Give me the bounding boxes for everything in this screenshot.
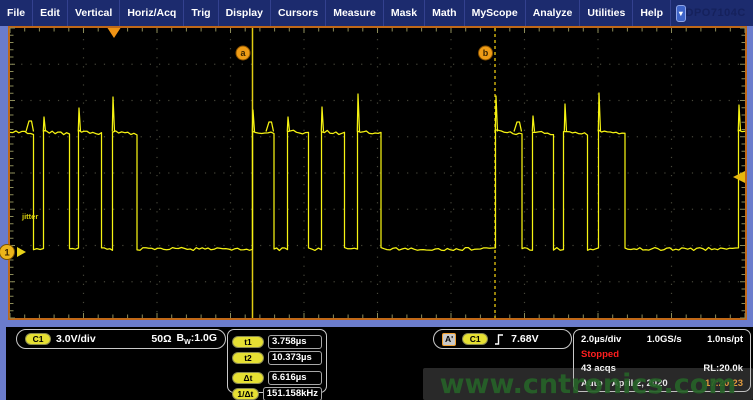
timebase-row: 2.0µs/div 1.0GS/s 1.0ns/pt (578, 333, 746, 348)
graticule-grid (10, 28, 745, 318)
chevron-down-icon: ▼ (677, 9, 684, 18)
menu-item-help[interactable]: Help (633, 0, 671, 26)
menu-overflow-button[interactable]: ▼ (676, 5, 685, 22)
menu-item-display[interactable]: Display (219, 0, 271, 26)
menu-item-list: FileEditVerticalHoriz/AcqTrigDisplayCurs… (0, 0, 671, 26)
cursor-inv-dt-row: 1/Δt 151.158kHz (232, 387, 322, 400)
screen-edge-bottom (0, 320, 753, 327)
trigger-position-marker[interactable] (108, 28, 121, 38)
cursor-inv-dt-badge[interactable]: 1/Δt (232, 388, 259, 400)
acquisition-state: Stopped (581, 348, 619, 363)
timebase-value: 2.0µs/div (581, 333, 621, 348)
channel1-badge[interactable]: C1 (25, 333, 51, 346)
svg-text:1: 1 (4, 247, 10, 258)
cursor-t2-row: t2 10.373µs (232, 351, 322, 365)
menu-item-myscope[interactable]: MyScope (465, 0, 526, 26)
channel1-readout[interactable]: C1 3.0V/div 50Ω BW:1.0G (16, 329, 226, 349)
menu-item-analyze[interactable]: Analyze (526, 0, 581, 26)
waveform-display[interactable]: ab1jitter (8, 26, 747, 320)
cursor-dt-value: 6.616µs (268, 371, 322, 385)
menu-item-cursors[interactable]: Cursors (271, 0, 326, 26)
cursor-inv-dt-value: 151.158kHz (263, 387, 322, 400)
menu-item-math[interactable]: Math (425, 0, 465, 26)
model-label: DPO7104C (686, 7, 746, 19)
channel1-scale: 3.0V/div (56, 333, 96, 345)
readout-bar: C1 3.0V/div 50Ω BW:1.0G t1 3.758µs t2 10… (6, 327, 753, 400)
oscilloscope-screen: FileEditVerticalHoriz/AcqTrigDisplayCurs… (0, 0, 753, 400)
cursor-t1-badge[interactable]: t1 (232, 336, 264, 349)
menu-item-edit[interactable]: Edit (33, 0, 68, 26)
cursor-a-label[interactable]: a (236, 46, 250, 60)
cursor-t2-value: 10.373µs (268, 351, 322, 365)
menu-item-trig[interactable]: Trig (184, 0, 218, 26)
record-length: RL:20.0k (703, 362, 743, 377)
svg-text:b: b (483, 48, 489, 58)
channel1-impedance: 50Ω (151, 333, 171, 345)
menu-item-measure[interactable]: Measure (326, 0, 384, 26)
resolution-value: 1.0ns/pt (707, 333, 743, 348)
cursor-t1-value: 3.758µs (268, 335, 322, 349)
horizontal-acquisition-readout[interactable]: 2.0µs/div 1.0GS/s 1.0ns/pt Stopped 43 ac… (573, 329, 751, 392)
sample-rate-value: 1.0GS/s (647, 333, 682, 348)
menu-bar: FileEditVerticalHoriz/AcqTrigDisplayCurs… (0, 0, 753, 26)
menu-item-vertical[interactable]: Vertical (68, 0, 120, 26)
date-value: April 2, 2020 (612, 377, 668, 392)
acq-count-row: 43 acqs RL:20.0k (578, 362, 746, 377)
channel1-marker[interactable]: 1 (0, 245, 26, 260)
cursor-dt-row: Δt 6.616µs (232, 371, 322, 385)
menu-item-mask[interactable]: Mask (384, 0, 425, 26)
channel1-waveform (10, 93, 745, 251)
rising-edge-icon (494, 333, 505, 346)
datetime-row: Auto April 2, 2020 17:20:23 (578, 377, 746, 392)
trigger-source-badge[interactable]: A' (442, 333, 456, 346)
time-value: 17:20:23 (705, 377, 743, 392)
menu-item-utilities[interactable]: Utilities (580, 0, 633, 26)
trigger-mode: Auto (581, 377, 603, 392)
menu-item-file[interactable]: File (0, 0, 33, 26)
trigger-level-value: 7.68V (511, 333, 538, 345)
screen-edge-right (747, 26, 753, 322)
cursor-readout[interactable]: t1 3.758µs t2 10.373µs Δt 6.616µs 1/Δt 1… (227, 329, 327, 393)
acq-state-row: Stopped (578, 348, 746, 363)
channel1-bandwidth: BW:1.0G (177, 332, 217, 346)
trigger-channel-badge[interactable]: C1 (462, 333, 488, 346)
jitter-label: jitter (21, 212, 38, 221)
cursor-dt-badge[interactable]: Δt (232, 372, 264, 385)
cursor-b-label[interactable]: b (479, 46, 493, 60)
menu-item-horiz-acq[interactable]: Horiz/Acq (120, 0, 184, 26)
cursor-t1-row: t1 3.758µs (232, 335, 322, 349)
acquisition-count: 43 acqs (581, 362, 616, 377)
cursor-t2-badge[interactable]: t2 (232, 352, 264, 365)
waveform-svg: ab1jitter (10, 28, 745, 318)
trigger-readout[interactable]: A' C1 7.68V (433, 329, 572, 349)
